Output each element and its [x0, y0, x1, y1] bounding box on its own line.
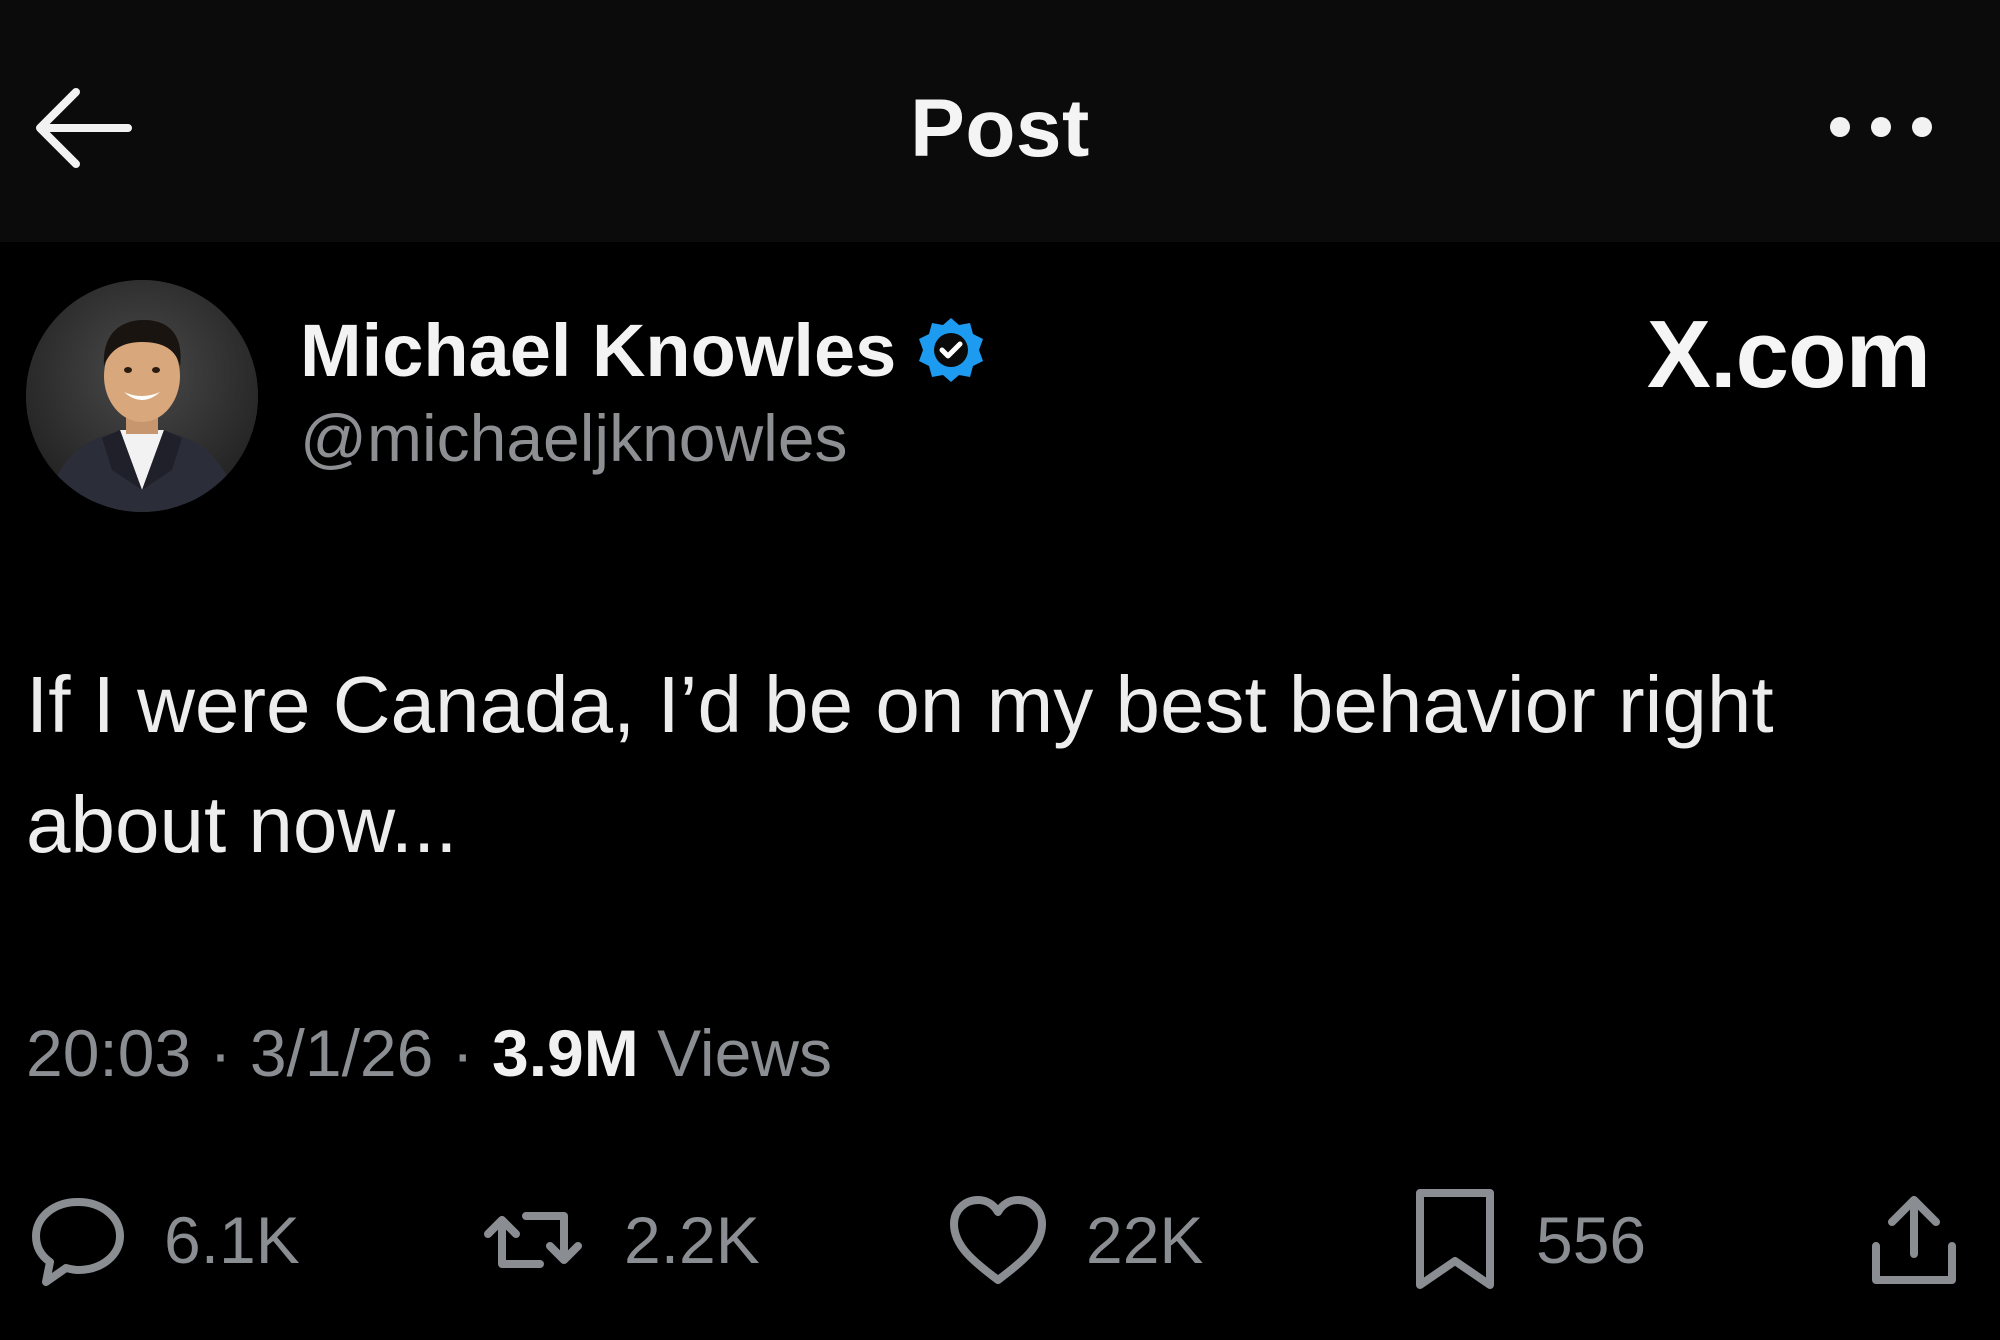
heart-icon [950, 1196, 1046, 1284]
post-meta: 20:03 · 3/1/26 · 3.9M Views [26, 1015, 832, 1091]
reply-button[interactable]: 6.1K [28, 1180, 300, 1300]
meta-separator: · [451, 1016, 474, 1090]
meta-separator: · [209, 1016, 232, 1090]
back-button[interactable] [28, 78, 138, 178]
more-horizontal-icon [1830, 117, 1932, 137]
author-handle[interactable]: @michaeljknowles [300, 400, 848, 476]
more-options-button[interactable] [1826, 105, 1936, 149]
verified-badge-icon [919, 318, 984, 382]
author-name-row[interactable]: Michael Knowles [300, 300, 986, 400]
share-icon [1872, 1196, 1956, 1284]
avatar[interactable] [26, 280, 258, 512]
author-display-name[interactable]: Michael Knowles [300, 308, 896, 393]
post-date[interactable]: 3/1/26 [250, 1016, 434, 1090]
repost-icon [484, 1212, 582, 1268]
action-bar: 6.1K 2.2K 22K 556 [0, 1180, 2000, 1300]
repost-count: 2.2K [624, 1203, 760, 1277]
like-button[interactable]: 22K [946, 1180, 1203, 1300]
bookmark-button[interactable]: 556 [1410, 1180, 1646, 1300]
profile-photo [26, 280, 258, 512]
share-button[interactable] [1868, 1180, 1960, 1300]
top-bar: Post [0, 0, 2000, 242]
post-text: If I were Canada, I’d be on my best beha… [26, 660, 1774, 869]
repost-button[interactable]: 2.2K [478, 1180, 760, 1300]
reply-icon [32, 1198, 124, 1286]
arrow-left-icon [36, 88, 132, 168]
post-time[interactable]: 20:03 [26, 1016, 191, 1090]
reply-count: 6.1K [164, 1203, 300, 1277]
views-count: 3.9M [492, 1016, 639, 1090]
watermark: X.com [1646, 301, 1931, 408]
bookmark-count: 556 [1536, 1203, 1647, 1277]
like-count: 22K [1086, 1203, 1204, 1277]
page-title: Post [910, 83, 1090, 174]
views-label: Views [657, 1016, 832, 1090]
bookmark-icon [1416, 1189, 1494, 1289]
